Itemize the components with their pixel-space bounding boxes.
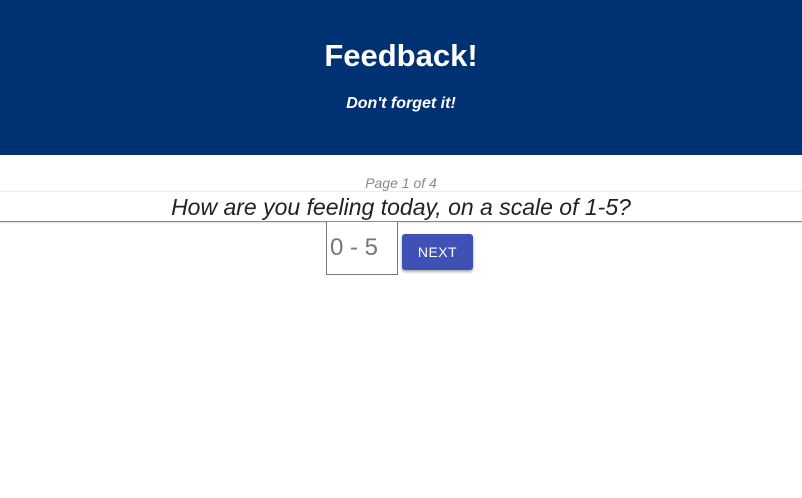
page-title: Feedback!: [324, 38, 478, 73]
next-button[interactable]: NEXT: [402, 234, 473, 270]
rating-input[interactable]: [326, 222, 398, 275]
divider: [0, 191, 802, 192]
page-indicator: Page 1 of 4: [365, 175, 437, 191]
divider: [0, 221, 802, 222]
page-header: Feedback! Don't forget it!: [0, 0, 802, 155]
page-subtitle: Don't forget it!: [346, 95, 456, 112]
question-text: How are you feeling today, on a scale of…: [171, 194, 631, 220]
